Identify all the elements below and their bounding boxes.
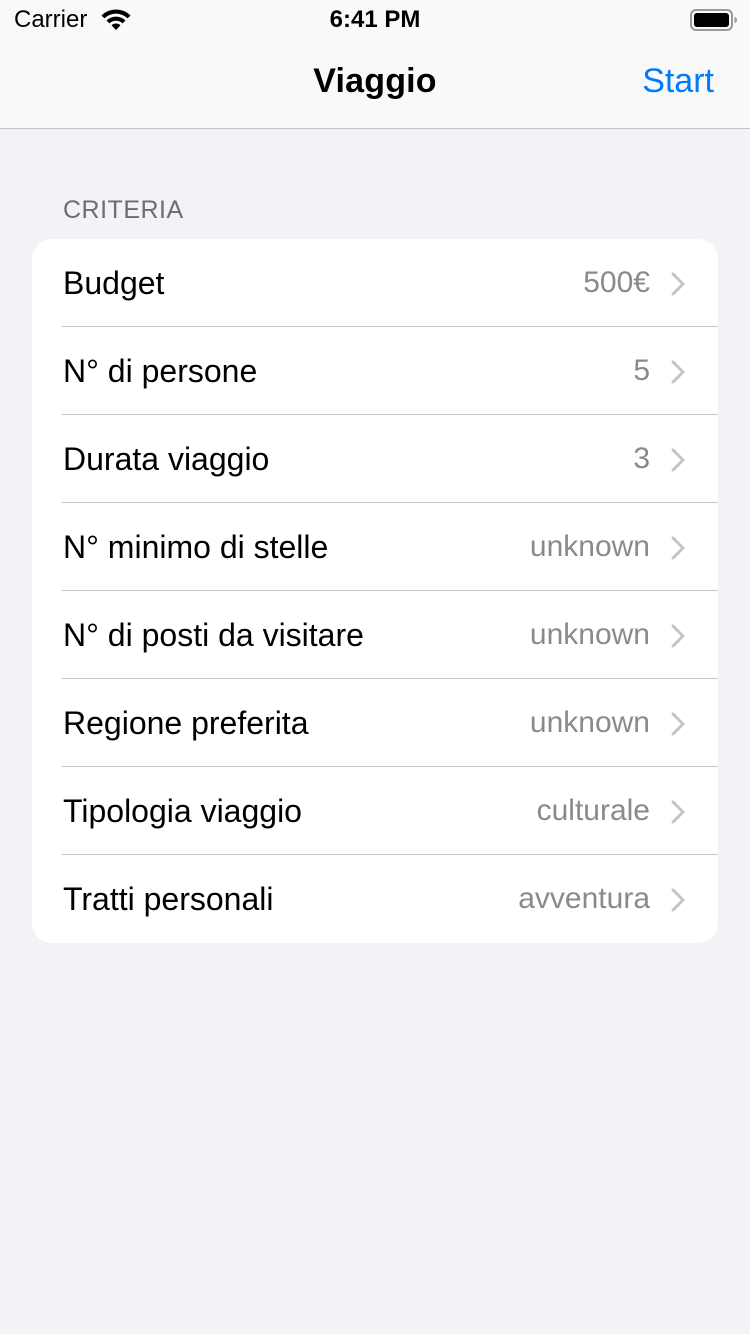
row-label: N° di persone	[63, 353, 258, 389]
chevron-right-icon	[670, 624, 686, 648]
row-label: N° di posti da visitare	[63, 617, 364, 653]
row-trip-duration[interactable]: Durata viaggio 3	[32, 415, 718, 503]
chevron-right-icon	[670, 536, 686, 560]
chevron-right-icon	[670, 272, 686, 296]
row-value: avventura	[518, 882, 650, 915]
row-personal-traits[interactable]: Tratti personali avventura	[32, 855, 718, 943]
navigation-bar: Carrier 6:41 PM Viaggio Start	[0, 0, 750, 129]
status-bar: Carrier 6:41 PM	[0, 0, 750, 40]
row-value: culturale	[536, 794, 650, 827]
row-value: 500€	[583, 266, 650, 299]
row-label: Budget	[63, 265, 165, 301]
row-places-to-visit[interactable]: N° di posti da visitare unknown	[32, 591, 718, 679]
row-label: Tipologia viaggio	[63, 793, 302, 829]
row-min-stars[interactable]: N° minimo di stelle unknown	[32, 503, 718, 591]
row-value: unknown	[529, 618, 650, 651]
status-time: 6:41 PM	[329, 6, 421, 33]
chevron-right-icon	[670, 448, 686, 472]
criteria-list: Budget 500€ N° di persone 5 Durata viagg…	[32, 239, 718, 943]
row-label: Regione preferita	[63, 705, 309, 741]
row-value: 5	[633, 354, 650, 387]
chevron-right-icon	[670, 888, 686, 912]
row-value: unknown	[529, 530, 650, 563]
row-preferred-region[interactable]: Regione preferita unknown	[32, 679, 718, 767]
row-budget[interactable]: Budget 500€	[32, 239, 718, 327]
row-trip-type[interactable]: Tipologia viaggio culturale	[32, 767, 718, 855]
chevron-right-icon	[670, 360, 686, 384]
chevron-right-icon	[670, 712, 686, 736]
row-label: Tratti personali	[63, 881, 274, 917]
row-label: N° minimo di stelle	[63, 529, 329, 565]
row-label: Durata viaggio	[63, 441, 270, 477]
start-button[interactable]: Start	[642, 62, 714, 101]
section-header-criteria: CRITERIA	[63, 196, 184, 224]
chevron-right-icon	[670, 800, 686, 824]
row-num-persons[interactable]: N° di persone 5	[32, 327, 718, 415]
row-value: 3	[633, 442, 650, 475]
page-title: Viaggio	[313, 62, 437, 100]
battery-icon	[690, 8, 738, 32]
row-value: unknown	[529, 706, 650, 739]
